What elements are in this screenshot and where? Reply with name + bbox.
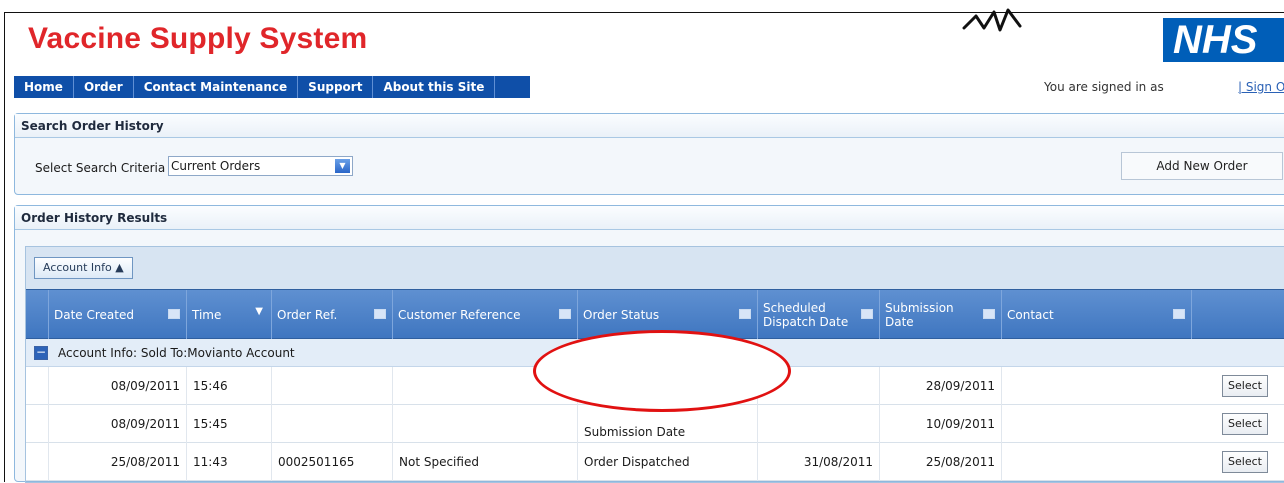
column-scheduled-dispatch-date[interactable]: Scheduled Dispatch Date	[757, 290, 879, 340]
contact-cell	[1001, 367, 1191, 405]
page-title: Vaccine Supply System	[28, 22, 368, 55]
sort-icon[interactable]	[1173, 309, 1185, 319]
minus-icon[interactable]: −	[34, 345, 48, 360]
column-time-label: Time	[192, 308, 222, 322]
time-cell: 11:43	[186, 443, 271, 481]
results-panel-title: Order History Results	[15, 206, 1284, 230]
account-info-group-chip[interactable]: Account Info ▲	[34, 257, 133, 279]
main-nav: Home Order Contact Maintenance Support A…	[14, 76, 530, 98]
contact-cell	[1001, 443, 1191, 481]
select-button[interactable]: Select	[1222, 451, 1268, 473]
redaction-oval	[533, 330, 791, 412]
column-order-ref[interactable]: Order Ref.	[271, 290, 392, 340]
time-cell: 15:45	[186, 405, 271, 443]
sort-icon[interactable]	[739, 309, 751, 319]
contact-cell	[1001, 405, 1191, 443]
scheduled-dispatch-cell	[757, 405, 879, 443]
sort-desc-icon[interactable]: ▼	[255, 306, 263, 317]
sort-icon[interactable]	[168, 309, 180, 319]
search-criteria-select[interactable]: Current Orders ▼	[168, 156, 353, 176]
time-cell: 15:46	[186, 367, 271, 405]
sort-icon[interactable]	[861, 309, 873, 319]
sort-icon[interactable]	[559, 309, 571, 319]
column-date-created[interactable]: Date Created	[48, 290, 186, 340]
scheduled-dispatch-cell: 31/08/2011	[757, 443, 879, 481]
search-panel-title: Search Order History	[15, 114, 1284, 138]
customer-reference-cell	[392, 405, 577, 443]
group-by-bar: Account Info ▲	[26, 247, 1284, 289]
column-actions	[1191, 290, 1284, 340]
nav-home-link[interactable]: Home	[14, 76, 74, 98]
column-order-status-label: Order Status	[583, 308, 660, 322]
nhs-logo: NHS	[1163, 18, 1284, 62]
order-ref-cell	[271, 405, 392, 443]
nav-order-link[interactable]: Order	[74, 76, 134, 98]
nav-contact-maintenance-link[interactable]: Contact Maintenance	[134, 76, 299, 98]
column-date-created-label: Date Created	[54, 308, 134, 322]
search-criteria-value: Current Orders	[171, 159, 261, 173]
signed-in-text: You are signed in as	[1044, 80, 1164, 94]
date-created-cell: 25/08/2011	[48, 443, 186, 481]
column-customer-reference[interactable]: Customer Reference	[392, 290, 577, 340]
column-contact[interactable]: Contact	[1001, 290, 1191, 340]
select-button[interactable]: Select	[1222, 413, 1268, 435]
submission-date-cell: 25/08/2011	[879, 443, 1001, 481]
watermark-scribble	[962, 8, 1022, 32]
account-group-label: Account Info: Sold To:Movianto Account	[58, 345, 295, 360]
date-created-cell: 08/09/2011	[48, 405, 186, 443]
customer-reference-cell: Not Specified	[392, 443, 577, 481]
group-chip-label: Account Info ▲	[43, 261, 124, 274]
sort-icon[interactable]	[983, 309, 995, 319]
column-contact-label: Contact	[1007, 308, 1054, 322]
order-ref-cell: 0002501165	[271, 443, 392, 481]
column-customer-reference-label: Customer Reference	[398, 308, 521, 322]
date-created-cell: 08/09/2011	[48, 367, 186, 405]
chevron-down-icon[interactable]: ▼	[335, 159, 350, 173]
sign-out-link[interactable]: | Sign O	[1238, 80, 1284, 94]
column-submission-date-label: Submission Date	[885, 301, 954, 329]
submission-date-cell: 28/09/2011	[879, 367, 1001, 405]
submission-date-cell: 10/09/2011	[879, 405, 1001, 443]
add-new-order-button[interactable]: Add New Order	[1121, 152, 1283, 180]
column-order-ref-label: Order Ref.	[277, 308, 338, 322]
table-row: 25/08/2011 11:43 0002501165 Not Specifie…	[26, 443, 1284, 481]
nav-about-link[interactable]: About this Site	[373, 76, 496, 98]
search-criteria-label: Select Search Criteria	[35, 161, 166, 175]
search-order-history-panel: Search Order History Select Search Crite…	[14, 113, 1284, 195]
order-status-cell: Order Dispatched	[577, 443, 757, 481]
column-submission-date[interactable]: Submission Date	[879, 290, 1001, 340]
sort-icon[interactable]	[374, 309, 386, 319]
column-time[interactable]: Time ▼	[186, 290, 271, 340]
order-ref-cell	[271, 367, 392, 405]
select-button[interactable]: Select	[1222, 375, 1268, 397]
nav-support-link[interactable]: Support	[298, 76, 374, 98]
column-scheduled-dispatch-date-label: Scheduled Dispatch Date	[763, 301, 849, 329]
